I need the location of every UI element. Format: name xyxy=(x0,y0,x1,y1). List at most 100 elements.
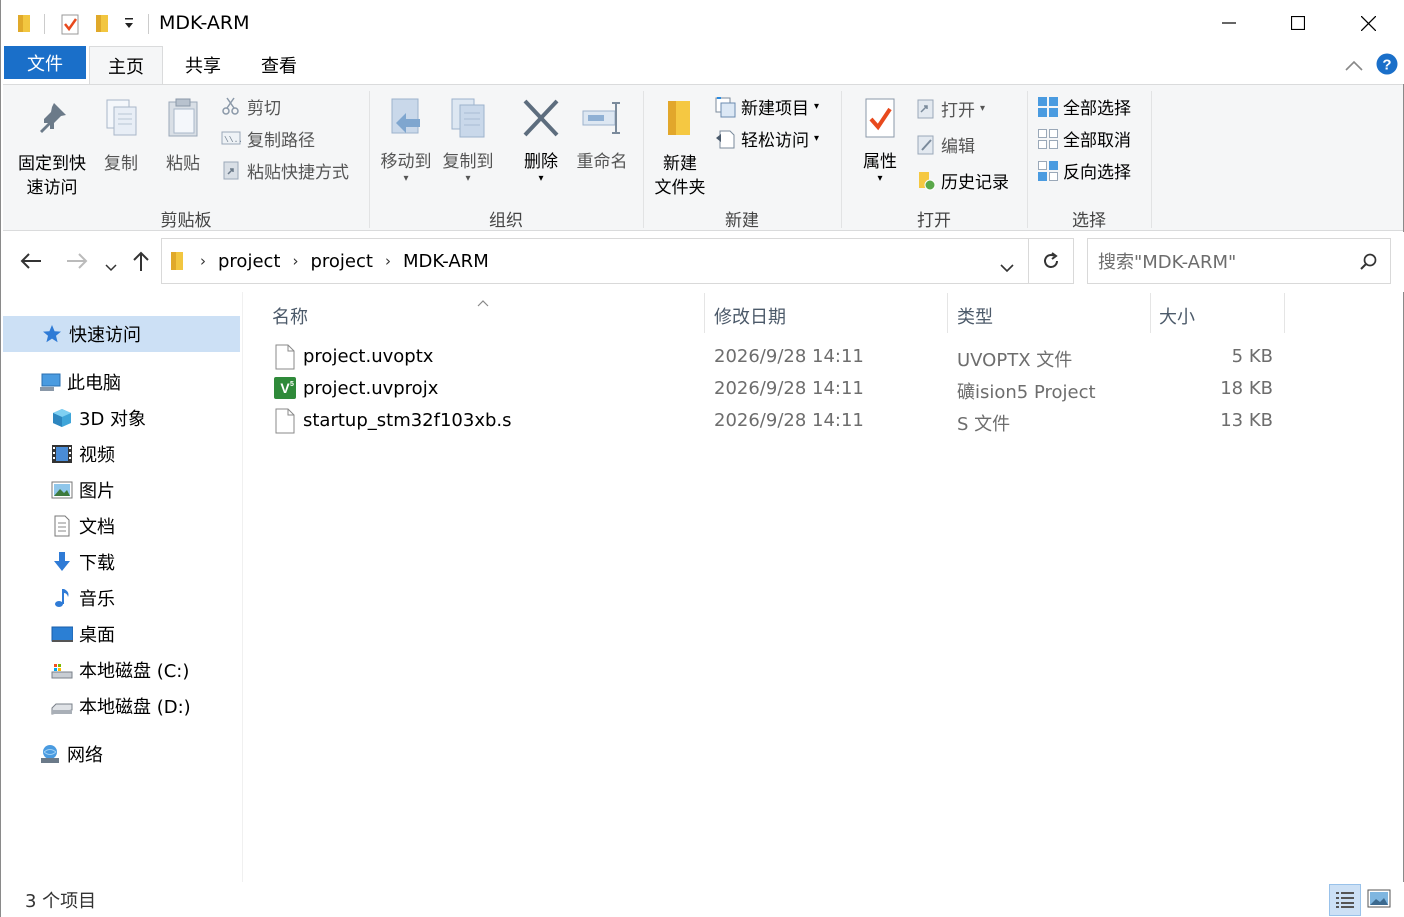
blank-file-icon xyxy=(275,344,295,375)
help-icon[interactable]: ? xyxy=(1376,53,1398,80)
close-button[interactable] xyxy=(1333,0,1403,46)
svg-text:V: V xyxy=(280,380,290,396)
nav-label: 网络 xyxy=(67,745,103,766)
paste-shortcut-button[interactable]: 粘贴快捷方式 xyxy=(221,157,349,183)
column-header-size[interactable]: 大小 xyxy=(1159,300,1195,332)
properties-check-icon[interactable] xyxy=(61,13,81,40)
move-to-button[interactable]: 移动到 ▾ xyxy=(375,97,437,184)
breadcrumb-item[interactable]: MDK-ARM xyxy=(403,251,489,272)
column-header-type[interactable]: 类型 xyxy=(957,300,993,332)
cut-button[interactable]: 剪切 xyxy=(221,93,281,119)
nav-item-drive-d[interactable]: 本地磁盘 (D:) xyxy=(51,689,191,723)
nav-item-documents[interactable]: 文档 xyxy=(51,509,115,543)
open-button[interactable]: 打开 ▾ xyxy=(915,95,985,121)
nav-label: 图片 xyxy=(79,481,115,502)
network-icon xyxy=(39,743,61,765)
picture-icon xyxy=(51,479,73,501)
tab-view[interactable]: 查看 xyxy=(242,46,316,84)
nav-item-quick-access[interactable]: 快速访问 xyxy=(3,316,240,352)
paste-label: 粘贴 xyxy=(166,154,200,174)
nav-label: 3D 对象 xyxy=(79,409,147,430)
rename-button[interactable]: 重命名 xyxy=(571,97,633,174)
delete-x-icon xyxy=(523,99,559,137)
breadcrumb-separator-icon[interactable]: › xyxy=(385,252,391,270)
pin-quick-access-button[interactable]: 固定到快 速访问 xyxy=(11,99,93,200)
refresh-button[interactable] xyxy=(1028,238,1074,284)
refresh-icon xyxy=(1044,252,1058,268)
easy-access-label: 轻松访问 xyxy=(741,130,809,151)
address-dropdown-icon[interactable] xyxy=(1000,257,1014,278)
recent-locations-chevron-icon[interactable] xyxy=(105,256,117,277)
svg-text:?: ? xyxy=(1382,57,1391,74)
tab-share[interactable]: 共享 xyxy=(166,46,240,84)
invert-selection-button[interactable]: 反向选择 xyxy=(1037,157,1131,183)
column-divider[interactable] xyxy=(947,293,948,333)
collapse-ribbon-icon[interactable] xyxy=(1345,56,1363,77)
title-bar: MDK-ARM xyxy=(1,0,1404,46)
nav-label: 下载 xyxy=(79,553,115,574)
system-drive-icon xyxy=(51,659,73,681)
table-row[interactable]: project.uvoptx 2026/9/28 14:11 UVOPTX 文件… xyxy=(271,341,1281,373)
breadcrumb-separator-icon[interactable]: › xyxy=(292,252,298,270)
address-bar[interactable]: › project › project › MDK-ARM xyxy=(161,238,1029,284)
breadcrumb-item[interactable]: project xyxy=(310,251,372,272)
new-folder-button[interactable]: 新建 文件夹 xyxy=(647,97,713,200)
properties-icon xyxy=(865,98,895,138)
nav-item-desktop[interactable]: 桌面 xyxy=(51,617,115,651)
open-icon xyxy=(915,98,935,119)
nav-item-videos[interactable]: 视频 xyxy=(51,437,115,471)
history-button[interactable]: 历史记录 xyxy=(915,167,1009,193)
back-arrow-icon[interactable] xyxy=(19,252,43,275)
search-icon[interactable] xyxy=(1360,253,1378,276)
nav-item-pictures[interactable]: 图片 xyxy=(51,473,115,507)
tab-home[interactable]: 主页 xyxy=(89,46,163,85)
search-input[interactable]: 搜索"MDK-ARM" xyxy=(1087,238,1391,284)
pin-icon xyxy=(40,103,66,133)
nav-item-3d-objects[interactable]: 3D 对象 xyxy=(51,401,146,435)
table-row[interactable]: startup_stm32f103xb.s 2026/9/28 14:11 S … xyxy=(271,405,1281,437)
copy-button[interactable]: 复制 xyxy=(95,97,147,176)
column-divider[interactable] xyxy=(1150,293,1151,333)
delete-button[interactable]: 删除 ▾ xyxy=(515,97,567,184)
new-item-button[interactable]: 新建项目 ▾ xyxy=(715,93,819,119)
new-folder-icon[interactable] xyxy=(95,13,111,38)
maximize-button[interactable] xyxy=(1263,0,1333,46)
ribbon: 固定到快 速访问 复制 粘贴 剪切 \\.. 复制路径 粘贴快捷方式 剪贴板 移… xyxy=(3,84,1403,231)
group-divider xyxy=(1151,91,1152,228)
breadcrumb-item[interactable]: project xyxy=(218,251,280,272)
nav-label: 本地磁盘 (D:) xyxy=(79,697,191,718)
forward-arrow-icon[interactable] xyxy=(65,252,89,275)
minimize-button[interactable] xyxy=(1194,0,1264,46)
select-all-button[interactable]: 全部选择 xyxy=(1037,93,1131,119)
up-arrow-icon[interactable] xyxy=(131,250,151,277)
nav-item-drive-c[interactable]: 本地磁盘 (C:) xyxy=(51,653,189,687)
column-header-name[interactable]: 名称 xyxy=(272,300,308,332)
star-icon xyxy=(41,323,63,345)
blank-file-icon xyxy=(275,408,295,439)
table-row[interactable]: V5 project.uvprojx 2026/9/28 14:11 礦isio… xyxy=(271,373,1281,405)
column-divider[interactable] xyxy=(1284,293,1285,333)
copy-to-button[interactable]: 复制到 ▾ xyxy=(437,97,499,184)
details-view-button[interactable] xyxy=(1329,884,1361,916)
column-divider[interactable] xyxy=(704,293,705,333)
select-none-button[interactable]: 全部取消 xyxy=(1037,125,1131,151)
nav-item-downloads[interactable]: 下载 xyxy=(51,545,115,579)
large-icons-view-button[interactable] xyxy=(1367,888,1391,915)
copy-path-button[interactable]: \\.. 复制路径 xyxy=(221,125,315,151)
invert-selection-label: 反向选择 xyxy=(1063,162,1131,183)
properties-button[interactable]: 属性 ▾ xyxy=(851,97,909,184)
nav-item-this-pc[interactable]: 此电脑 xyxy=(39,365,121,399)
paste-button[interactable]: 粘贴 xyxy=(157,97,209,176)
customize-qat-icon[interactable] xyxy=(123,16,135,34)
easy-access-button[interactable]: 轻松访问 ▾ xyxy=(715,125,819,151)
rename-label: 重命名 xyxy=(576,152,628,172)
column-header-date[interactable]: 修改日期 xyxy=(714,300,786,332)
folder-icon[interactable] xyxy=(17,13,33,38)
nav-item-network[interactable]: 网络 xyxy=(39,737,103,771)
tab-file[interactable]: 文件 xyxy=(4,46,86,79)
copy-to-label: 复制到 xyxy=(442,152,494,172)
nav-item-music[interactable]: 音乐 xyxy=(51,581,115,615)
edit-button[interactable]: 编辑 xyxy=(915,131,975,157)
navigation-pane: 快速访问 此电脑 3D 对象 视频 图片 文档 下载 音乐 桌面 本地磁盘 (C… xyxy=(1,292,243,882)
select-all-label: 全部选择 xyxy=(1063,98,1131,119)
